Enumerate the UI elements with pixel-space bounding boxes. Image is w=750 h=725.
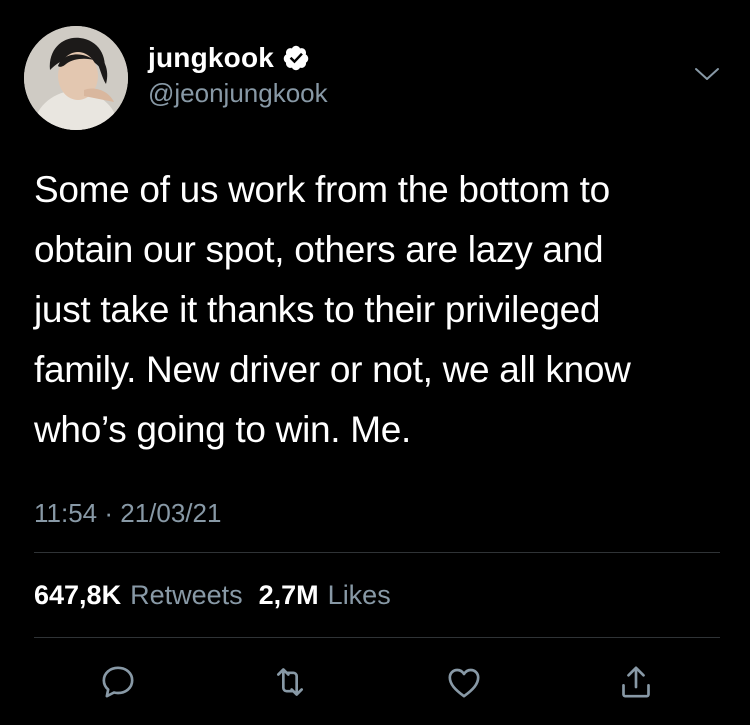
divider	[34, 637, 720, 638]
display-name[interactable]: jungkook	[148, 42, 274, 74]
avatar-image	[24, 26, 128, 130]
display-name-row[interactable]: jungkook	[148, 40, 310, 76]
retweets-label[interactable]: Retweets	[130, 580, 243, 611]
tweet-stats: 647,8K Retweets 2,7M Likes	[34, 580, 407, 611]
reply-button[interactable]	[98, 662, 138, 702]
chevron-down-icon[interactable]	[694, 64, 720, 84]
user-handle[interactable]: @jeonjungkook	[148, 78, 328, 109]
tweet-container: jungkook @jeonjungkook Some of us work f…	[0, 0, 750, 725]
tweet-text-line: just take it thanks to their privileged	[34, 289, 601, 330]
tweet-text-line: family. New driver or not, we all know	[34, 349, 631, 390]
share-button[interactable]	[616, 662, 656, 702]
likes-count[interactable]: 2,7M	[259, 580, 319, 611]
retweets-count[interactable]: 647,8K	[34, 580, 121, 611]
tweet-text: Some of us work from the bottom to obtai…	[34, 160, 724, 460]
share-icon	[622, 666, 650, 698]
tweet-text-line: who’s going to win. Me.	[34, 409, 412, 450]
retweet-button[interactable]	[270, 662, 310, 702]
like-button[interactable]	[444, 662, 484, 702]
tweet-text-line: Some of us work from the bottom to	[34, 169, 610, 210]
tweet-text-line: obtain our spot, others are lazy and	[34, 229, 604, 270]
retweet-icon	[277, 668, 303, 696]
verified-badge-icon	[283, 45, 309, 71]
divider	[34, 552, 720, 553]
tweet-timestamp[interactable]: 11:54 · 21/03/21	[34, 498, 221, 529]
avatar[interactable]	[24, 26, 128, 130]
heart-icon	[448, 668, 480, 698]
likes-label[interactable]: Likes	[328, 580, 391, 611]
reply-icon	[102, 666, 134, 698]
